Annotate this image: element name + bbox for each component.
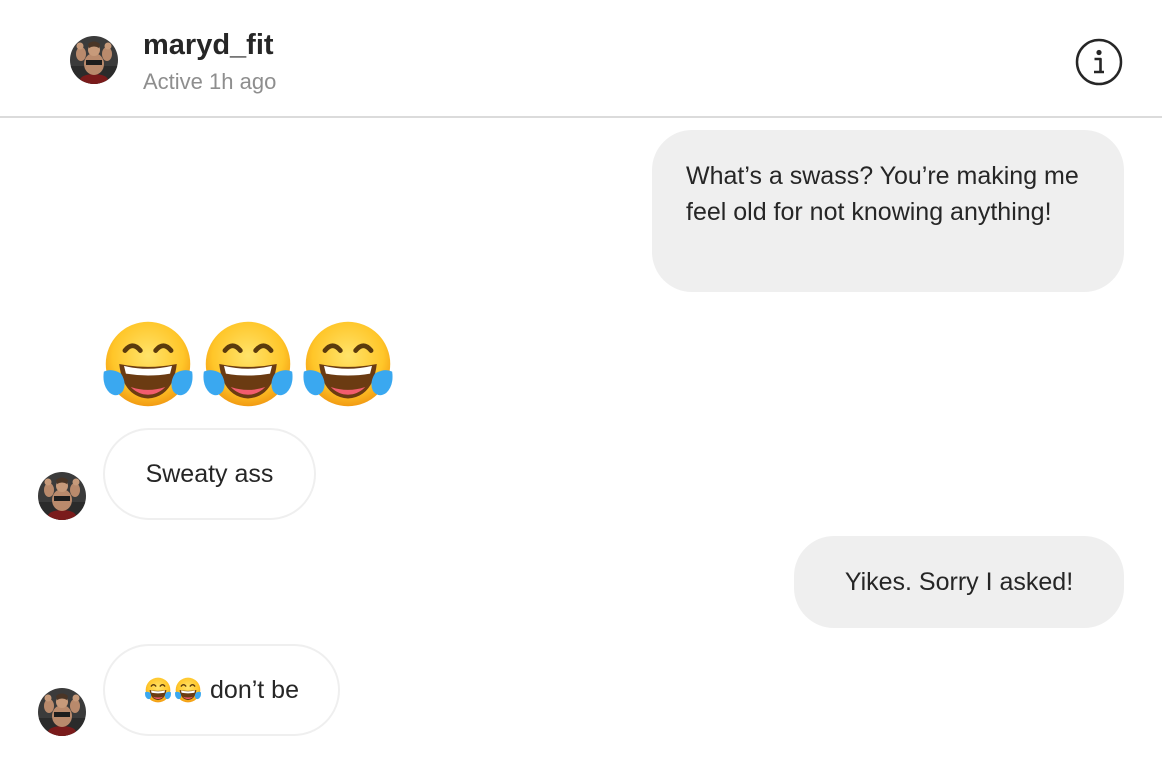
tears-of-joy-emoji-icon <box>300 316 396 412</box>
emoji-message[interactable] <box>100 316 404 412</box>
sender-avatar[interactable] <box>38 688 86 736</box>
info-button[interactable] <box>1075 38 1123 86</box>
message-text: Sweaty ass <box>145 460 274 488</box>
conversation-header: maryd_fit Active 1h ago <box>0 0 1162 118</box>
active-status: Active 1h ago <box>143 69 277 94</box>
avatar[interactable] <box>70 36 118 84</box>
tears-of-joy-emoji-icon <box>100 316 196 412</box>
message-bubble-outgoing[interactable]: What’s a swass? You’re making me feel ol… <box>652 130 1124 292</box>
info-circle-icon <box>1075 38 1123 86</box>
message-text: don’t be <box>210 676 299 704</box>
message-text: What’s a swass? You’re making me feel ol… <box>686 162 1079 226</box>
profile-photo <box>70 36 118 84</box>
sender-avatar[interactable] <box>38 472 86 520</box>
message-bubble-incoming[interactable]: Sweaty ass <box>103 428 316 520</box>
message-bubble-outgoing[interactable]: Yikes. Sorry I asked! <box>794 536 1124 628</box>
tears-of-joy-emoji-icon <box>144 676 172 704</box>
inline-emoji-group <box>144 676 202 704</box>
tears-of-joy-emoji-icon <box>174 676 202 704</box>
username[interactable]: maryd_fit <box>143 28 274 62</box>
message-text: Yikes. Sorry I asked! <box>844 568 1074 596</box>
profile-photo <box>38 472 86 520</box>
profile-photo <box>38 688 86 736</box>
message-bubble-incoming[interactable]: don’t be <box>103 644 340 736</box>
tears-of-joy-emoji-icon <box>200 316 296 412</box>
